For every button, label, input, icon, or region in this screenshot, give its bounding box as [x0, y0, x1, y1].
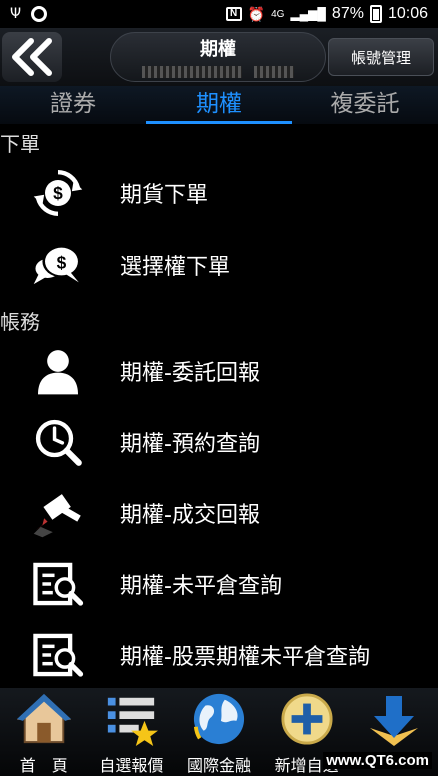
menu-item-futures-order[interactable]: $ 期貨下單	[0, 158, 438, 228]
dollar-chat-icon: $	[28, 235, 88, 295]
menu-item-label: 期權-成交回報	[120, 503, 260, 528]
document-search-icon	[28, 554, 88, 614]
section-label-accounts: 帳務	[0, 310, 40, 334]
menu-item-trade-report[interactable]: 期權-成交回報	[0, 478, 438, 548]
page-title: 期權	[200, 39, 236, 60]
svg-text:$: $	[57, 252, 67, 272]
download-icon	[366, 692, 422, 748]
record-icon	[31, 6, 48, 22]
home-icon	[16, 692, 72, 746]
menu-item-option-order[interactable]: $ 選擇權下單	[0, 230, 438, 300]
double-chevron-left-icon	[12, 38, 52, 76]
globe-icon	[191, 692, 247, 746]
tab-securities[interactable]: 證券	[0, 86, 146, 124]
clock-search-icon	[28, 412, 88, 472]
document-search-icon	[28, 625, 88, 685]
masked-account-part	[142, 66, 243, 78]
nfc-icon: N	[225, 7, 242, 21]
watermark: www.QT6.com	[323, 752, 432, 769]
section-label-order: 下單	[0, 132, 40, 156]
svg-text:$: $	[53, 183, 63, 203]
menu-item-label: 期權-委託回報	[120, 361, 260, 386]
menu-item-order-report[interactable]: 期權-委託回報	[0, 336, 438, 406]
account-number	[111, 64, 325, 80]
nav-label: 自選報價	[99, 756, 164, 775]
tab-bar: 證券 期權 複委託	[0, 86, 438, 124]
battery-icon	[369, 5, 382, 23]
gavel-icon	[28, 483, 88, 543]
app-header: 期權 帳號管理	[0, 28, 438, 86]
person-icon	[28, 341, 88, 401]
nav-label: 首 頁	[19, 756, 68, 775]
masked-account-part	[253, 66, 294, 78]
clock-time: 10:06	[387, 5, 428, 22]
usb-icon: Ψ	[10, 6, 22, 22]
watchlist-icon	[103, 692, 159, 746]
network-type: 4G	[271, 8, 285, 20]
status-bar: Ψ N ⏰ 4G ▂▄▆█ 87% 10:06	[0, 0, 438, 28]
battery-percent: 87%	[331, 5, 364, 22]
menu-item-reservation-query[interactable]: 期權-預約查詢	[0, 407, 438, 477]
title-pill: 期權	[110, 32, 326, 82]
nav-international-finance[interactable]: 國際金融	[175, 688, 263, 776]
menu-item-label: 期貨下單	[120, 183, 209, 208]
signal-icon: ▂▄▆█	[290, 7, 326, 21]
tab-sub-brokerage[interactable]: 複委託	[292, 86, 438, 124]
nav-watchlist[interactable]: 自選報價	[88, 688, 176, 776]
add-icon	[279, 692, 335, 746]
nav-home[interactable]: 首 頁	[0, 688, 88, 776]
menu-item-label: 期權-預約查詢	[120, 432, 260, 457]
account-management-button[interactable]: 帳號管理	[328, 38, 434, 76]
menu-item-stock-option-open-position-query[interactable]: 期權-股票期權未平倉查詢	[0, 620, 438, 690]
menu-item-label: 期權-股票期權未平倉查詢	[120, 645, 370, 670]
alarm-icon: ⏰	[247, 5, 266, 22]
menu-item-open-position-query[interactable]: 期權-未平倉查詢	[0, 549, 438, 619]
menu-item-label: 期權-未平倉查詢	[120, 574, 282, 599]
nav-label: 國際金融	[186, 756, 251, 775]
back-button[interactable]	[2, 32, 62, 82]
dollar-cycle-icon: $	[28, 163, 88, 223]
menu-item-label: 選擇權下單	[120, 255, 231, 280]
tab-options[interactable]: 期權	[146, 86, 292, 124]
